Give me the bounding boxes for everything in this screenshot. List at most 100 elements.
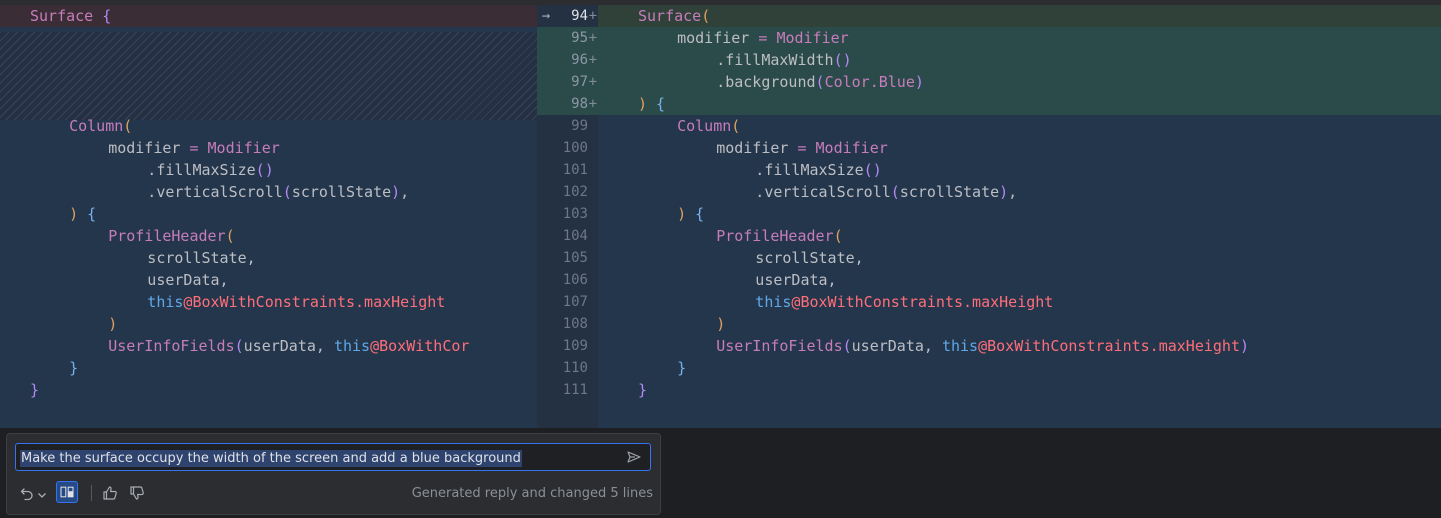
code-token: .fillMaxSize xyxy=(755,161,864,179)
code-text: this@BoxWithConstraints.maxHeight xyxy=(147,291,445,313)
line-number-text: 94 xyxy=(571,8,588,24)
code-line[interactable]: modifier = Modifier xyxy=(0,137,537,159)
code-token: @BoxWithConstraints.maxHeight xyxy=(791,293,1054,311)
prompt-input-text[interactable]: Make the surface occupy the width of the… xyxy=(20,450,522,467)
code-line[interactable]: UserInfoFields(userData, this@BoxWithCor xyxy=(0,335,537,357)
code-token: @BoxWithConstraints.maxHeight xyxy=(183,293,446,311)
diff-view-toggle[interactable] xyxy=(56,481,78,503)
code-line[interactable]: } xyxy=(598,357,1441,379)
code-line[interactable]: this@BoxWithConstraints.maxHeight xyxy=(598,291,1441,313)
code-token: ( xyxy=(225,227,235,245)
code-token: modifier xyxy=(108,139,190,157)
added-marker: + xyxy=(588,96,597,112)
chevron-down-icon[interactable] xyxy=(37,486,47,504)
code-text: scrollState, xyxy=(147,247,255,269)
toolbar-divider xyxy=(91,485,92,501)
code-token: Modifier xyxy=(207,139,280,157)
code-token: ) xyxy=(677,205,687,223)
line-number-text: 110 xyxy=(562,360,588,376)
code-token: .fillMaxSize xyxy=(147,161,256,179)
code-line[interactable]: ) xyxy=(598,313,1441,335)
code-line[interactable]: .verticalScroll(scrollState), xyxy=(0,181,537,203)
code-line[interactable]: .fillMaxSize() xyxy=(598,159,1441,181)
code-text: modifier = Modifier xyxy=(108,137,280,159)
code-text: scrollState, xyxy=(755,247,863,269)
code-text: this@BoxWithConstraints.maxHeight xyxy=(755,291,1053,313)
code-line[interactable]: .verticalScroll(scrollState), xyxy=(598,181,1441,203)
undo-icon[interactable] xyxy=(20,484,34,502)
line-number-text: 109 xyxy=(562,338,588,354)
diff-view-icon xyxy=(60,486,74,498)
code-line[interactable]: Surface { xyxy=(0,5,537,27)
code-line[interactable]: userData, xyxy=(598,269,1441,291)
thumbs-down-icon[interactable] xyxy=(129,484,145,502)
code-line[interactable]: ) { xyxy=(0,203,537,225)
code-text: ) { xyxy=(69,203,96,225)
line-number: 96 + xyxy=(537,49,598,71)
code-text: UserInfoFields(userData, this@BoxWithCor xyxy=(108,335,469,357)
line-number-text: 98 xyxy=(571,96,588,112)
code-token: ( xyxy=(234,337,244,355)
code-token: modifier xyxy=(716,139,798,157)
line-number-text: 106 xyxy=(562,272,588,288)
code-line[interactable]: .fillMaxWidth() xyxy=(598,49,1441,71)
line-number: 94 + xyxy=(537,5,598,27)
code-text: ) { xyxy=(638,93,665,115)
line-number: 101 xyxy=(537,159,598,181)
code-token: modifier xyxy=(677,29,759,47)
code-line[interactable]: ) xyxy=(0,313,537,335)
code-token: ( xyxy=(815,73,825,91)
line-number: 95 + xyxy=(537,27,598,49)
code-line[interactable]: ProfileHeader( xyxy=(598,225,1441,247)
code-text: ) xyxy=(108,313,117,335)
line-number: 106 xyxy=(537,269,598,291)
code-text: userData, xyxy=(147,269,228,291)
code-line[interactable]: this@BoxWithConstraints.maxHeight xyxy=(0,291,537,313)
code-line[interactable]: ProfileHeader( xyxy=(0,225,537,247)
code-text: .fillMaxSize() xyxy=(755,159,881,181)
code-token: this xyxy=(333,337,371,355)
code-line[interactable]: } xyxy=(598,379,1441,401)
line-number-text: 107 xyxy=(562,294,588,310)
code-line[interactable]: UserInfoFields(userData, this@BoxWithCon… xyxy=(598,335,1441,357)
code-text: ProfileHeader( xyxy=(108,225,234,247)
code-line[interactable]: scrollState, xyxy=(598,247,1441,269)
code-line[interactable]: Column( xyxy=(598,115,1441,137)
code-token: ) xyxy=(638,95,648,113)
code-text: .verticalScroll(scrollState), xyxy=(147,181,409,203)
code-token: ( xyxy=(123,117,133,135)
code-token: ) xyxy=(914,73,924,91)
code-text: .fillMaxWidth() xyxy=(716,49,851,71)
status-text: Generated reply and changed 5 lines xyxy=(411,486,653,501)
code-token: ( xyxy=(282,183,292,201)
code-line[interactable]: .background(Color.Blue) xyxy=(598,71,1441,93)
code-line[interactable]: modifier = Modifier xyxy=(598,27,1441,49)
prompt-input[interactable]: Make the surface occupy the width of the… xyxy=(15,443,651,471)
code-text: } xyxy=(30,379,39,401)
thumbs-up-icon[interactable] xyxy=(102,484,118,502)
code-line[interactable]: ) { xyxy=(598,203,1441,225)
line-number-text: 96 xyxy=(571,52,588,68)
send-icon[interactable] xyxy=(626,449,642,465)
line-number-text: 102 xyxy=(562,184,588,200)
code-token: } xyxy=(677,359,687,377)
code-token: UserInfoFields xyxy=(716,337,843,355)
code-token: } xyxy=(638,381,648,399)
code-line[interactable]: modifier = Modifier xyxy=(598,137,1441,159)
added-marker: + xyxy=(588,8,597,24)
code-line[interactable]: Column( xyxy=(0,115,537,137)
code-line[interactable]: userData, xyxy=(0,269,537,291)
code-token: scrollState, xyxy=(755,249,864,267)
line-number-text: 97 xyxy=(571,74,588,90)
code-line[interactable]: Surface( xyxy=(598,5,1441,27)
code-line[interactable]: .fillMaxSize() xyxy=(0,159,537,181)
code-line[interactable]: scrollState, xyxy=(0,247,537,269)
code-line[interactable]: } xyxy=(0,357,537,379)
code-line[interactable]: ) { xyxy=(598,93,1441,115)
code-token: ( xyxy=(890,183,900,201)
added-marker: + xyxy=(588,74,597,90)
line-number-text: 101 xyxy=(562,162,588,178)
code-text: } xyxy=(69,357,78,379)
code-text: .verticalScroll(scrollState), xyxy=(755,181,1017,203)
code-line[interactable]: } xyxy=(0,379,537,401)
